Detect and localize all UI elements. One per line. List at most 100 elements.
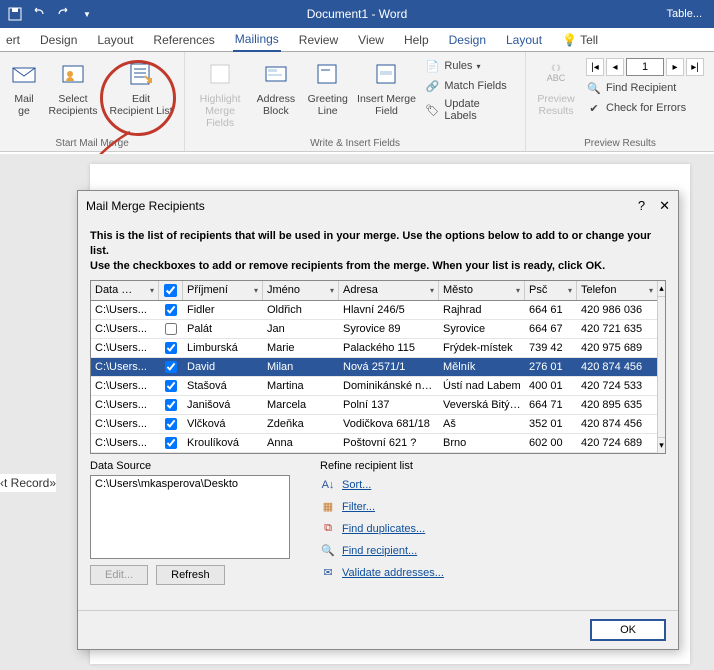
insert-merge-field-button[interactable]: Insert Merge Field: [355, 56, 419, 119]
row-checkbox[interactable]: [165, 437, 177, 449]
window-title: Document1 - Word: [307, 7, 407, 21]
last-record-button[interactable]: ▸|: [686, 58, 704, 76]
tab-table-layout[interactable]: Layout: [504, 29, 544, 51]
save-icon[interactable]: [6, 5, 24, 23]
col-prijmeni[interactable]: Příjmení▾: [183, 281, 263, 300]
find-duplicates-link[interactable]: ⧉Find duplicates...: [320, 521, 666, 537]
update-labels-button[interactable]: 🏷Update Labels: [424, 98, 515, 122]
validate-addresses-link[interactable]: ✉Validate addresses...: [320, 565, 666, 581]
table-tools-label: Table...: [667, 8, 702, 20]
data-source-list[interactable]: C:\Users\mkasperova\Deskto: [90, 475, 290, 559]
tab-help[interactable]: Help: [402, 29, 431, 51]
close-icon[interactable]: ✕: [659, 198, 670, 214]
col-mesto[interactable]: Město▾: [439, 281, 525, 300]
highlight-icon: [204, 58, 236, 90]
edit-recipient-list-button[interactable]: Edit Recipient List: [104, 56, 178, 119]
grid-header: Data …▾ Příjmení▾ Jméno▾ Adresa▾ Město▾ …: [91, 281, 657, 301]
group-label-write: Write & Insert Fields: [191, 136, 519, 149]
table-row[interactable]: C:\Users...VlčkováZdeňkaVodičkova 681/18…: [91, 415, 657, 434]
find-recipient-button[interactable]: 🔍Find Recipient: [586, 80, 704, 96]
tab-layout[interactable]: Layout: [95, 29, 135, 51]
tab-insert-partial[interactable]: ert: [4, 29, 22, 51]
row-checkbox[interactable]: [165, 399, 177, 411]
row-checkbox[interactable]: [165, 418, 177, 430]
next-record-button[interactable]: ▸: [666, 58, 684, 76]
filter-link[interactable]: ▦Filter...: [320, 499, 666, 515]
group-write-insert: Highlight Merge Fields Address Block Gre…: [185, 52, 526, 151]
select-recipients-button[interactable]: Select Recipients: [44, 56, 102, 119]
filter-icon: ▦: [320, 499, 336, 515]
abc-icon: 《 》ABC: [540, 58, 572, 90]
greeting-line-button[interactable]: Greeting Line: [303, 56, 353, 119]
greeting-icon: [312, 58, 344, 90]
edit-data-source-button[interactable]: Edit...: [90, 565, 148, 585]
table-row[interactable]: C:\Users...KroulíkováAnnaPoštovní 621 ?B…: [91, 434, 657, 453]
col-data-source[interactable]: Data …▾: [91, 281, 159, 300]
prev-record-button[interactable]: ◂: [606, 58, 624, 76]
ok-button[interactable]: OK: [590, 619, 666, 641]
recipients-icon: [57, 58, 89, 90]
col-adresa[interactable]: Adresa▾: [339, 281, 439, 300]
find-icon: 🔍: [586, 80, 602, 96]
group-preview-results: 《 》ABC Preview Results |◂ ◂ ▸ ▸| 🔍Find R…: [526, 52, 714, 151]
qat-dropdown-icon[interactable]: ▼: [78, 5, 96, 23]
scroll-down-icon[interactable]: ▾: [658, 437, 665, 453]
edit-list-icon: [125, 58, 157, 90]
row-checkbox[interactable]: [165, 380, 177, 392]
rules-icon: 📄: [424, 58, 440, 74]
dialog-footer: OK: [78, 611, 678, 649]
col-jmeno[interactable]: Jméno▾: [263, 281, 339, 300]
tab-design[interactable]: Design: [38, 29, 79, 51]
vertical-scrollbar[interactable]: ▴ ▾: [657, 281, 665, 453]
help-icon[interactable]: ?: [638, 198, 645, 214]
tab-tell-me[interactable]: 💡 Tell: [560, 29, 600, 51]
row-checkbox[interactable]: [165, 361, 177, 373]
title-bar: ▼ Document1 - Word Table...: [0, 0, 714, 28]
address-block-button[interactable]: Address Block: [251, 56, 301, 119]
check-errors-button[interactable]: ✔Check for Errors: [586, 100, 704, 116]
scroll-up-icon[interactable]: ▴: [658, 281, 665, 297]
merge-field-icon: [371, 58, 403, 90]
refresh-button[interactable]: Refresh: [156, 565, 225, 585]
table-row[interactable]: C:\Users...DavidMilanNová 2571/1Mělník27…: [91, 358, 657, 377]
row-checkbox[interactable]: [165, 342, 177, 354]
tab-references[interactable]: References: [151, 29, 216, 51]
preview-results-button: 《 》ABC Preview Results: [532, 56, 580, 119]
col-psc[interactable]: Psč▾: [525, 281, 577, 300]
merge-field-fragment: ‹t Record»: [0, 474, 56, 492]
sort-link[interactable]: A↓Sort...: [320, 477, 666, 493]
col-telefon[interactable]: Telefon▾: [577, 281, 657, 300]
group-start-mail-merge: Mail ge Select Recipients Edit Recipient…: [0, 52, 185, 151]
first-record-button[interactable]: |◂: [586, 58, 604, 76]
undo-icon[interactable]: [30, 5, 48, 23]
record-navigator: |◂ ◂ ▸ ▸|: [586, 58, 704, 76]
table-row[interactable]: C:\Users...LimburskáMariePalackého 115Fr…: [91, 339, 657, 358]
find-recipient-icon: 🔍: [320, 543, 336, 559]
tab-review[interactable]: Review: [297, 29, 340, 51]
recipients-grid: Data …▾ Příjmení▾ Jméno▾ Adresa▾ Město▾ …: [90, 280, 666, 454]
table-row[interactable]: C:\Users...JanišováMarcelaPolní 137Vever…: [91, 396, 657, 415]
address-block-icon: [260, 58, 292, 90]
row-checkbox[interactable]: [165, 323, 177, 335]
table-row[interactable]: C:\Users...PalátJanSyrovice 89Syrovice66…: [91, 320, 657, 339]
group-label-preview: Preview Results: [532, 136, 708, 149]
sort-icon: A↓: [320, 477, 336, 493]
row-checkbox[interactable]: [165, 304, 177, 316]
match-fields-button[interactable]: 🔗Match Fields: [424, 78, 515, 94]
ribbon-tabs: ert Design Layout References Mailings Re…: [0, 28, 714, 52]
tab-view[interactable]: View: [356, 29, 386, 51]
data-source-section: Data Source C:\Users\mkasperova\Deskto E…: [90, 460, 290, 585]
duplicates-icon: ⧉: [320, 521, 336, 537]
tab-mailings[interactable]: Mailings: [233, 28, 281, 52]
tab-table-design[interactable]: Design: [447, 29, 488, 51]
highlight-merge-fields-button: Highlight Merge Fields: [191, 56, 249, 131]
rules-button[interactable]: 📄Rules ▾: [424, 58, 515, 74]
record-number-input[interactable]: [626, 58, 664, 76]
find-recipient-link[interactable]: 🔍Find recipient...: [320, 543, 666, 559]
col-checkbox-all[interactable]: [159, 281, 183, 300]
check-icon: ✔: [586, 100, 602, 116]
table-row[interactable]: C:\Users...FidlerOldřichHlavní 246/5Rajh…: [91, 301, 657, 320]
mail-merge-button-partial[interactable]: Mail ge: [6, 56, 42, 119]
table-row[interactable]: C:\Users...StašováMartinaDominikánské n……: [91, 377, 657, 396]
redo-icon[interactable]: [54, 5, 72, 23]
